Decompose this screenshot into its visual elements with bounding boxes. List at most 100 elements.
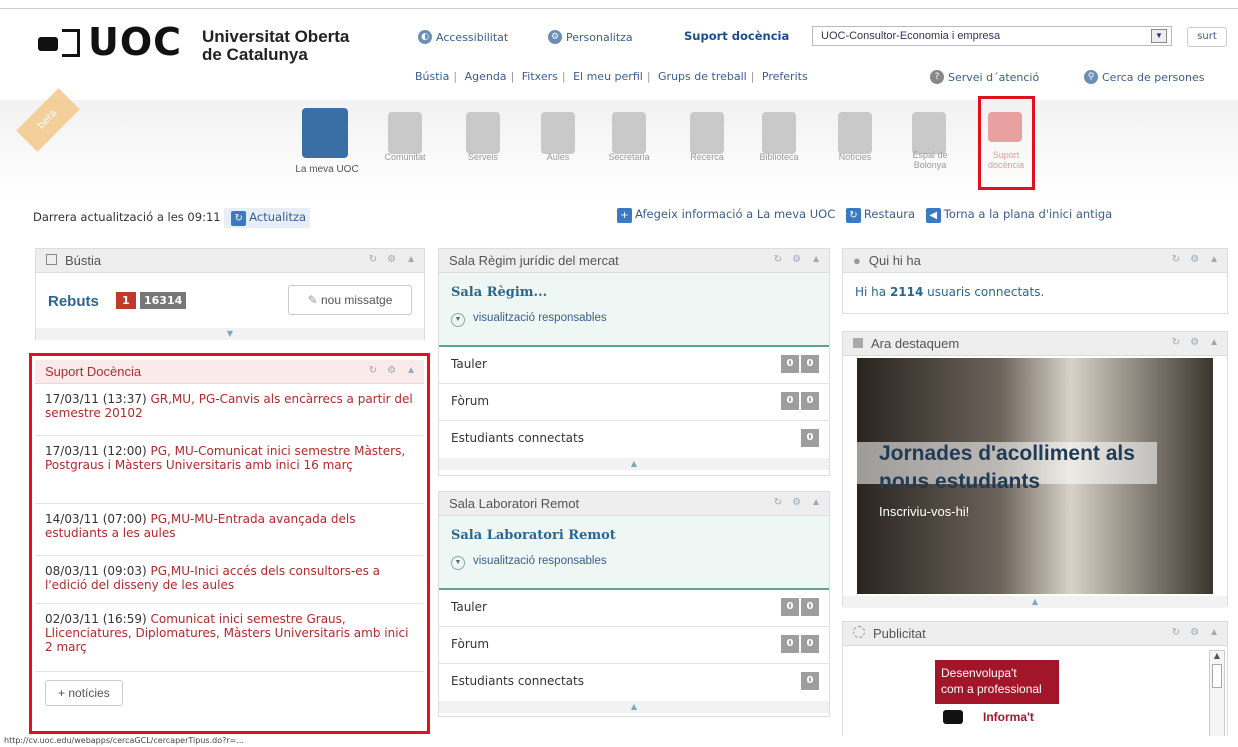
link-grups[interactable]: Grups de treball — [658, 70, 747, 83]
scroll-thumb[interactable] — [1212, 664, 1222, 688]
forum-row[interactable]: Fòrum 0 0 — [439, 627, 829, 664]
nav-biblioteca[interactable] — [762, 112, 796, 154]
collapse-icon[interactable]: ▲ — [406, 254, 416, 265]
gear-icon[interactable]: ⚙ — [1190, 254, 1199, 265]
uoc-logo-icon[interactable] — [38, 37, 58, 51]
reload-icon[interactable]: ↻ — [774, 497, 782, 508]
search-people-link[interactable]: ⚲ Cerca de persones — [1084, 70, 1204, 84]
more-news-button[interactable]: + notícies — [45, 680, 123, 706]
logout-button[interactable]: surt — [1187, 27, 1227, 47]
support-tab[interactable]: Suport docència — [676, 26, 797, 46]
nav-noticies[interactable] — [838, 112, 872, 154]
nav-la-meva-uoc-label[interactable]: La meva UOC — [277, 164, 377, 175]
nav-biblioteca-label[interactable]: Biblioteca — [744, 152, 814, 162]
forum-row[interactable]: Fòrum 0 0 — [439, 384, 829, 421]
add-info-link[interactable]: + Afegeix informació a La meva UOC — [614, 207, 835, 223]
collapse-icon[interactable]: ▲ — [811, 254, 821, 265]
nav-secretaria[interactable] — [612, 112, 646, 154]
update-bar: Darrera actualització a les 09:11 ↻ Actua… — [33, 208, 311, 228]
new-message-button[interactable]: ✎ nou missatge — [288, 285, 412, 315]
featured-cta[interactable]: Inscriviu-vos-hi! — [879, 504, 969, 519]
gear-icon[interactable]: ⚙ — [1190, 627, 1199, 638]
news-item[interactable]: 02/03/11 (16:59) Comunicat inici semestr… — [35, 604, 424, 672]
nav-secretaria-label[interactable]: Secretaria — [594, 152, 664, 162]
nav-noticies-label[interactable]: Notícies — [820, 152, 890, 162]
nav-comunitat-label[interactable]: Comunitat — [370, 152, 440, 162]
reload-icon[interactable]: ↻ — [1172, 254, 1180, 265]
reload-icon[interactable]: ↻ — [1172, 337, 1180, 348]
sala-lab-title[interactable]: Sala Laboratori Remot — [451, 528, 817, 543]
accessibility-link[interactable]: ◐ Accessibilitat — [418, 30, 508, 44]
plus-icon: + — [617, 208, 632, 223]
students-row[interactable]: Estudiants connectats 0 — [439, 421, 829, 458]
destaquem-collapse[interactable]: ▲ — [843, 596, 1227, 608]
sala-regim-collapse[interactable]: ▲ — [439, 458, 829, 470]
reload-icon[interactable]: ↻ — [369, 254, 377, 265]
nav-bolonya-label[interactable]: Espai de Bolonya — [895, 150, 965, 170]
new-message-label: nou missatge — [321, 293, 393, 307]
count-badge: 0 — [801, 672, 819, 690]
news-item[interactable]: 14/03/11 (07:00) PG,MU-MU-Entrada avança… — [35, 504, 424, 556]
featured-banner[interactable]: Jornades d'acolliment als nous estudiant… — [857, 358, 1213, 594]
featured-headline[interactable]: Jornades d'acolliment als nous estudiant… — [879, 440, 1169, 496]
reload-icon[interactable]: ↻ — [774, 254, 782, 265]
restore-link[interactable]: ↻ Restaura — [843, 207, 915, 223]
news-item[interactable]: 17/03/11 (13:37) GR,MU, PG-Canvis als en… — [35, 384, 424, 436]
nav-comunitat[interactable] — [388, 112, 422, 154]
received-link[interactable]: Rebuts — [48, 293, 99, 310]
tauler-row[interactable]: Tauler 0 0 — [439, 590, 829, 627]
back-old-label: Torna a la plana d'inici antiga — [943, 207, 1113, 221]
sala-lab-collapse[interactable]: ▲ — [439, 701, 829, 713]
collapse-icon[interactable]: ▲ — [406, 365, 416, 376]
link-perfil[interactable]: El meu perfil — [573, 70, 643, 83]
nav-bolonya[interactable] — [912, 112, 946, 154]
nav-suport-docencia[interactable] — [988, 112, 1022, 142]
service-link[interactable]: ? Servei d´atenció — [930, 70, 1039, 84]
collapse-icon[interactable]: ▲ — [1209, 337, 1219, 348]
tauler-row[interactable]: Tauler 0 0 — [439, 347, 829, 384]
link-bustia[interactable]: Bústia — [415, 70, 449, 83]
personalize-link[interactable]: ⚙ Personalitza — [548, 30, 633, 44]
reload-icon[interactable]: ↻ — [1172, 627, 1180, 638]
ad-banner[interactable]: Desenvolupa't com a professional — [935, 660, 1059, 704]
collapse-icon[interactable]: ▲ — [1209, 254, 1219, 265]
more-news-row: + notícies — [35, 672, 424, 714]
link-fitxers[interactable]: Fitxers — [522, 70, 558, 83]
responsables-label: visualització responsables — [473, 555, 607, 567]
nav-la-meva-uoc[interactable] — [302, 108, 348, 158]
ad-scrollbar[interactable]: ▲ — [1209, 650, 1225, 738]
nav-serveis-label[interactable]: Serveis — [448, 152, 518, 162]
bustia-expand[interactable]: ▼ — [36, 328, 424, 340]
link-preferits[interactable]: Preferits — [762, 70, 808, 83]
nav-aules-label[interactable]: Aules — [523, 152, 593, 162]
gear-icon[interactable]: ⚙ — [792, 254, 801, 265]
ad-cta[interactable]: Informa't — [983, 710, 1034, 724]
profile-select[interactable]: UOC-Consultor-Economia i empresa ▼ — [812, 26, 1172, 46]
sala-regim-header: Sala Règim jurídic del mercat ↻ ⚙ ▲ — [439, 249, 829, 273]
nav-suport-label[interactable]: Suport docència — [982, 150, 1030, 170]
gear-icon[interactable]: ⚙ — [792, 497, 801, 508]
gear-icon[interactable]: ⚙ — [387, 254, 396, 265]
scroll-up-icon[interactable]: ▲ — [1210, 651, 1224, 660]
chevron-down-icon[interactable]: ▼ — [1151, 29, 1167, 43]
responsables-toggle[interactable]: ▼ visualització responsables — [451, 555, 817, 570]
nav-aules[interactable] — [541, 112, 575, 154]
news-item[interactable]: 08/03/11 (09:03) PG,MU-Inici accés dels … — [35, 556, 424, 604]
news-date: 14/03/11 (07:00) — [45, 512, 147, 526]
collapse-icon[interactable]: ▲ — [1209, 627, 1219, 638]
collapse-icon[interactable]: ▲ — [811, 497, 821, 508]
uoc-logo-text[interactable]: UOC — [88, 22, 182, 62]
gear-icon[interactable]: ⚙ — [1190, 337, 1199, 348]
nav-serveis[interactable] — [466, 112, 500, 154]
nav-recerca[interactable] — [690, 112, 724, 154]
gear-icon[interactable]: ⚙ — [387, 365, 396, 376]
responsables-toggle[interactable]: ▼ visualització responsables — [451, 312, 817, 327]
reload-icon[interactable]: ↻ — [369, 365, 377, 376]
back-old-link[interactable]: ◀ Torna a la plana d'inici antiga — [923, 207, 1113, 223]
refresh-button[interactable]: ↻ Actualitza — [224, 208, 311, 228]
students-row[interactable]: Estudiants connectats 0 — [439, 664, 829, 701]
nav-recerca-label[interactable]: Recerca — [672, 152, 742, 162]
link-agenda[interactable]: Agenda — [465, 70, 507, 83]
sala-regim-title[interactable]: Sala Règim... — [451, 285, 817, 300]
news-item[interactable]: 17/03/11 (12:00) PG, MU-Comunicat inici … — [35, 436, 424, 504]
